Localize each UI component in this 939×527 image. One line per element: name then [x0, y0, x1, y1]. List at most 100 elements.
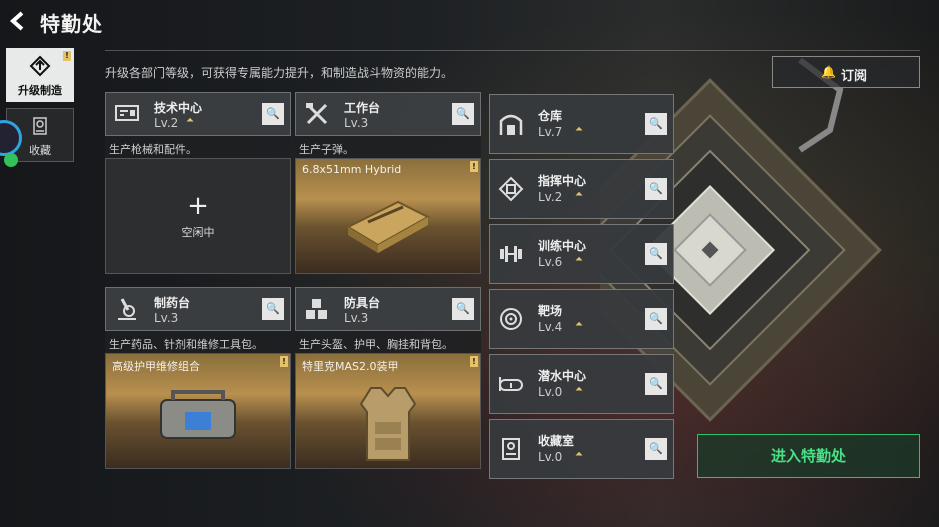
item-name: 高级护甲维修组合	[112, 360, 200, 373]
workshop-tech-center[interactable]: 技术中心 Lv.2 ⏶ 🔍 生产枪械和配件。 + 空闲中	[105, 92, 291, 274]
search-button[interactable]: 🔍	[262, 103, 284, 125]
magnifier-icon: 🔍	[649, 377, 663, 390]
workshop-header: 制药台 Lv.3 🔍	[105, 287, 291, 331]
workshop-name: 制药台	[154, 296, 191, 310]
facility-name: 收藏室	[538, 434, 575, 448]
facility-diving-center[interactable]: 潜水中心 Lv.0 ⏶ 🔍	[489, 354, 674, 414]
command-center-icon	[498, 176, 524, 202]
workshop-header: 工作台 Lv.3 🔍	[295, 92, 481, 136]
enter-special-ops-button[interactable]: 进入特勤处	[697, 434, 920, 478]
target-icon	[500, 308, 522, 330]
bell-icon: 🔔	[821, 65, 836, 79]
facility-level: Lv.2	[538, 190, 563, 204]
back-button[interactable]	[8, 10, 32, 32]
facility-level: Lv.7	[538, 125, 563, 139]
workshop-description: 生产子弹。	[295, 136, 481, 158]
production-slot-item[interactable]: 高级护甲维修组合 !	[105, 353, 291, 469]
facility-name: 指挥中心	[538, 174, 587, 188]
tools-icon	[306, 103, 328, 125]
collection-room-icon	[502, 438, 520, 460]
magnifier-icon: 🔍	[266, 302, 280, 315]
alert-badge: !	[470, 161, 478, 172]
status-indicator	[4, 153, 18, 167]
page-title: 特勤处	[40, 12, 103, 36]
magnifier-icon: 🔍	[649, 117, 663, 130]
microscope-icon	[118, 298, 136, 320]
plus-icon: +	[187, 191, 209, 221]
repair-kit-icon	[160, 390, 236, 439]
item-name: 特里克MAS2.0装甲	[302, 360, 399, 373]
facility-name: 靶场	[538, 304, 563, 318]
workshop-header: 防具台 Lv.3 🔍	[295, 287, 481, 331]
magnifier-icon: 🔍	[456, 107, 470, 120]
workshop-level: Lv.3	[154, 311, 179, 325]
magnifier-icon: 🔍	[649, 247, 663, 260]
upgrade-arrows-icon: ⏶	[575, 124, 583, 135]
search-button[interactable]: 🔍	[645, 243, 667, 265]
search-button[interactable]: 🔍	[645, 113, 667, 135]
facility-name: 潜水中心	[538, 369, 587, 383]
header: 特勤处	[0, 0, 939, 44]
back-arrow-icon	[9, 11, 24, 31]
dumbbell-icon	[500, 246, 522, 262]
cubes-icon	[306, 299, 327, 319]
magnifier-icon: 🔍	[649, 442, 663, 455]
upgrade-arrows-icon: ⏶	[575, 319, 583, 330]
upgrade-arrows-icon: ⏶	[575, 449, 583, 460]
production-slot-idle[interactable]: + 空闲中	[105, 158, 291, 274]
workshop-workbench[interactable]: 工作台 Lv.3 🔍 生产子弹。 6.8x51mm Hybrid !	[295, 92, 481, 274]
search-button[interactable]: 🔍	[262, 298, 284, 320]
search-button[interactable]: 🔍	[645, 373, 667, 395]
search-button[interactable]: 🔍	[645, 438, 667, 460]
collection-icon	[33, 117, 47, 135]
subscribe-button[interactable]: 🔔 订阅	[772, 56, 920, 88]
magnifier-icon: 🔍	[649, 182, 663, 195]
search-button[interactable]: 🔍	[645, 178, 667, 200]
facility-collection-room[interactable]: 收藏室 Lv.0 ⏶ 🔍	[489, 419, 674, 479]
production-slot-item[interactable]: 特里克MAS2.0装甲 !	[295, 353, 481, 469]
tab-label: 收藏	[29, 144, 51, 157]
item-name: 6.8x51mm Hybrid	[302, 163, 402, 176]
slot-status: 空闲中	[181, 226, 215, 239]
facility-level: Lv.4	[538, 320, 563, 334]
workshop-level: Lv.3	[344, 311, 369, 325]
workshop-name: 防具台	[344, 296, 381, 310]
computer-icon	[115, 105, 139, 121]
facility-warehouse[interactable]: 仓库 Lv.7 ⏶ 🔍	[489, 94, 674, 154]
search-button[interactable]: 🔍	[452, 103, 474, 125]
upgrade-arrows-icon: ⏶	[186, 115, 194, 126]
workshop-armor-bench[interactable]: 防具台 Lv.3 🔍 生产头盔、护甲、胸挂和背包。 特里克MAS2.0装甲 !	[295, 287, 481, 469]
search-button[interactable]: 🔍	[645, 308, 667, 330]
workshop-name: 工作台	[344, 101, 381, 115]
facility-name: 训练中心	[538, 239, 587, 253]
facility-level: Lv.6	[538, 255, 563, 269]
search-button[interactable]: 🔍	[452, 298, 474, 320]
facility-name: 仓库	[538, 109, 563, 123]
production-slot-item[interactable]: 6.8x51mm Hybrid !	[295, 158, 481, 274]
facility-training-center[interactable]: 训练中心 Lv.6 ⏶ 🔍	[489, 224, 674, 284]
tab-upgrade[interactable]: ! 升级制造	[6, 48, 74, 102]
magnifier-icon: 🔍	[456, 302, 470, 315]
upgrade-arrows-icon: ⏶	[575, 384, 583, 395]
upgrade-arrows-icon: ⏶	[575, 254, 583, 265]
warehouse-icon	[499, 114, 523, 135]
facility-shooting-range[interactable]: 靶场 Lv.4 ⏶ 🔍	[489, 289, 674, 349]
subscribe-label: 订阅	[841, 69, 868, 84]
workshop-header: 技术中心 Lv.2 ⏶ 🔍	[105, 92, 291, 136]
workshop-description: 生产药品、针剂和维修工具包。	[105, 331, 291, 353]
upgrade-arrows-icon: ⏶	[575, 189, 583, 200]
alert-badge: !	[280, 356, 288, 367]
magnifier-icon: 🔍	[266, 107, 280, 120]
facility-level: Lv.0	[538, 450, 563, 464]
workshop-description: 生产头盔、护甲、胸挂和背包。	[295, 331, 481, 353]
facility-command-center[interactable]: 指挥中心 Lv.2 ⏶ 🔍	[489, 159, 674, 219]
tab-label: 升级制造	[18, 84, 62, 97]
magnifier-icon: 🔍	[649, 312, 663, 325]
workshop-level: Lv.2	[154, 116, 179, 130]
workshop-level: Lv.3	[344, 116, 369, 130]
body-armor-icon	[359, 387, 417, 461]
ammo-box-icon	[345, 200, 431, 253]
workshop-pharmacy[interactable]: 制药台 Lv.3 🔍 生产药品、针剂和维修工具包。 高级护甲维修组合 !	[105, 287, 291, 469]
alert-badge: !	[470, 356, 478, 367]
workshop-name: 技术中心	[154, 101, 203, 115]
